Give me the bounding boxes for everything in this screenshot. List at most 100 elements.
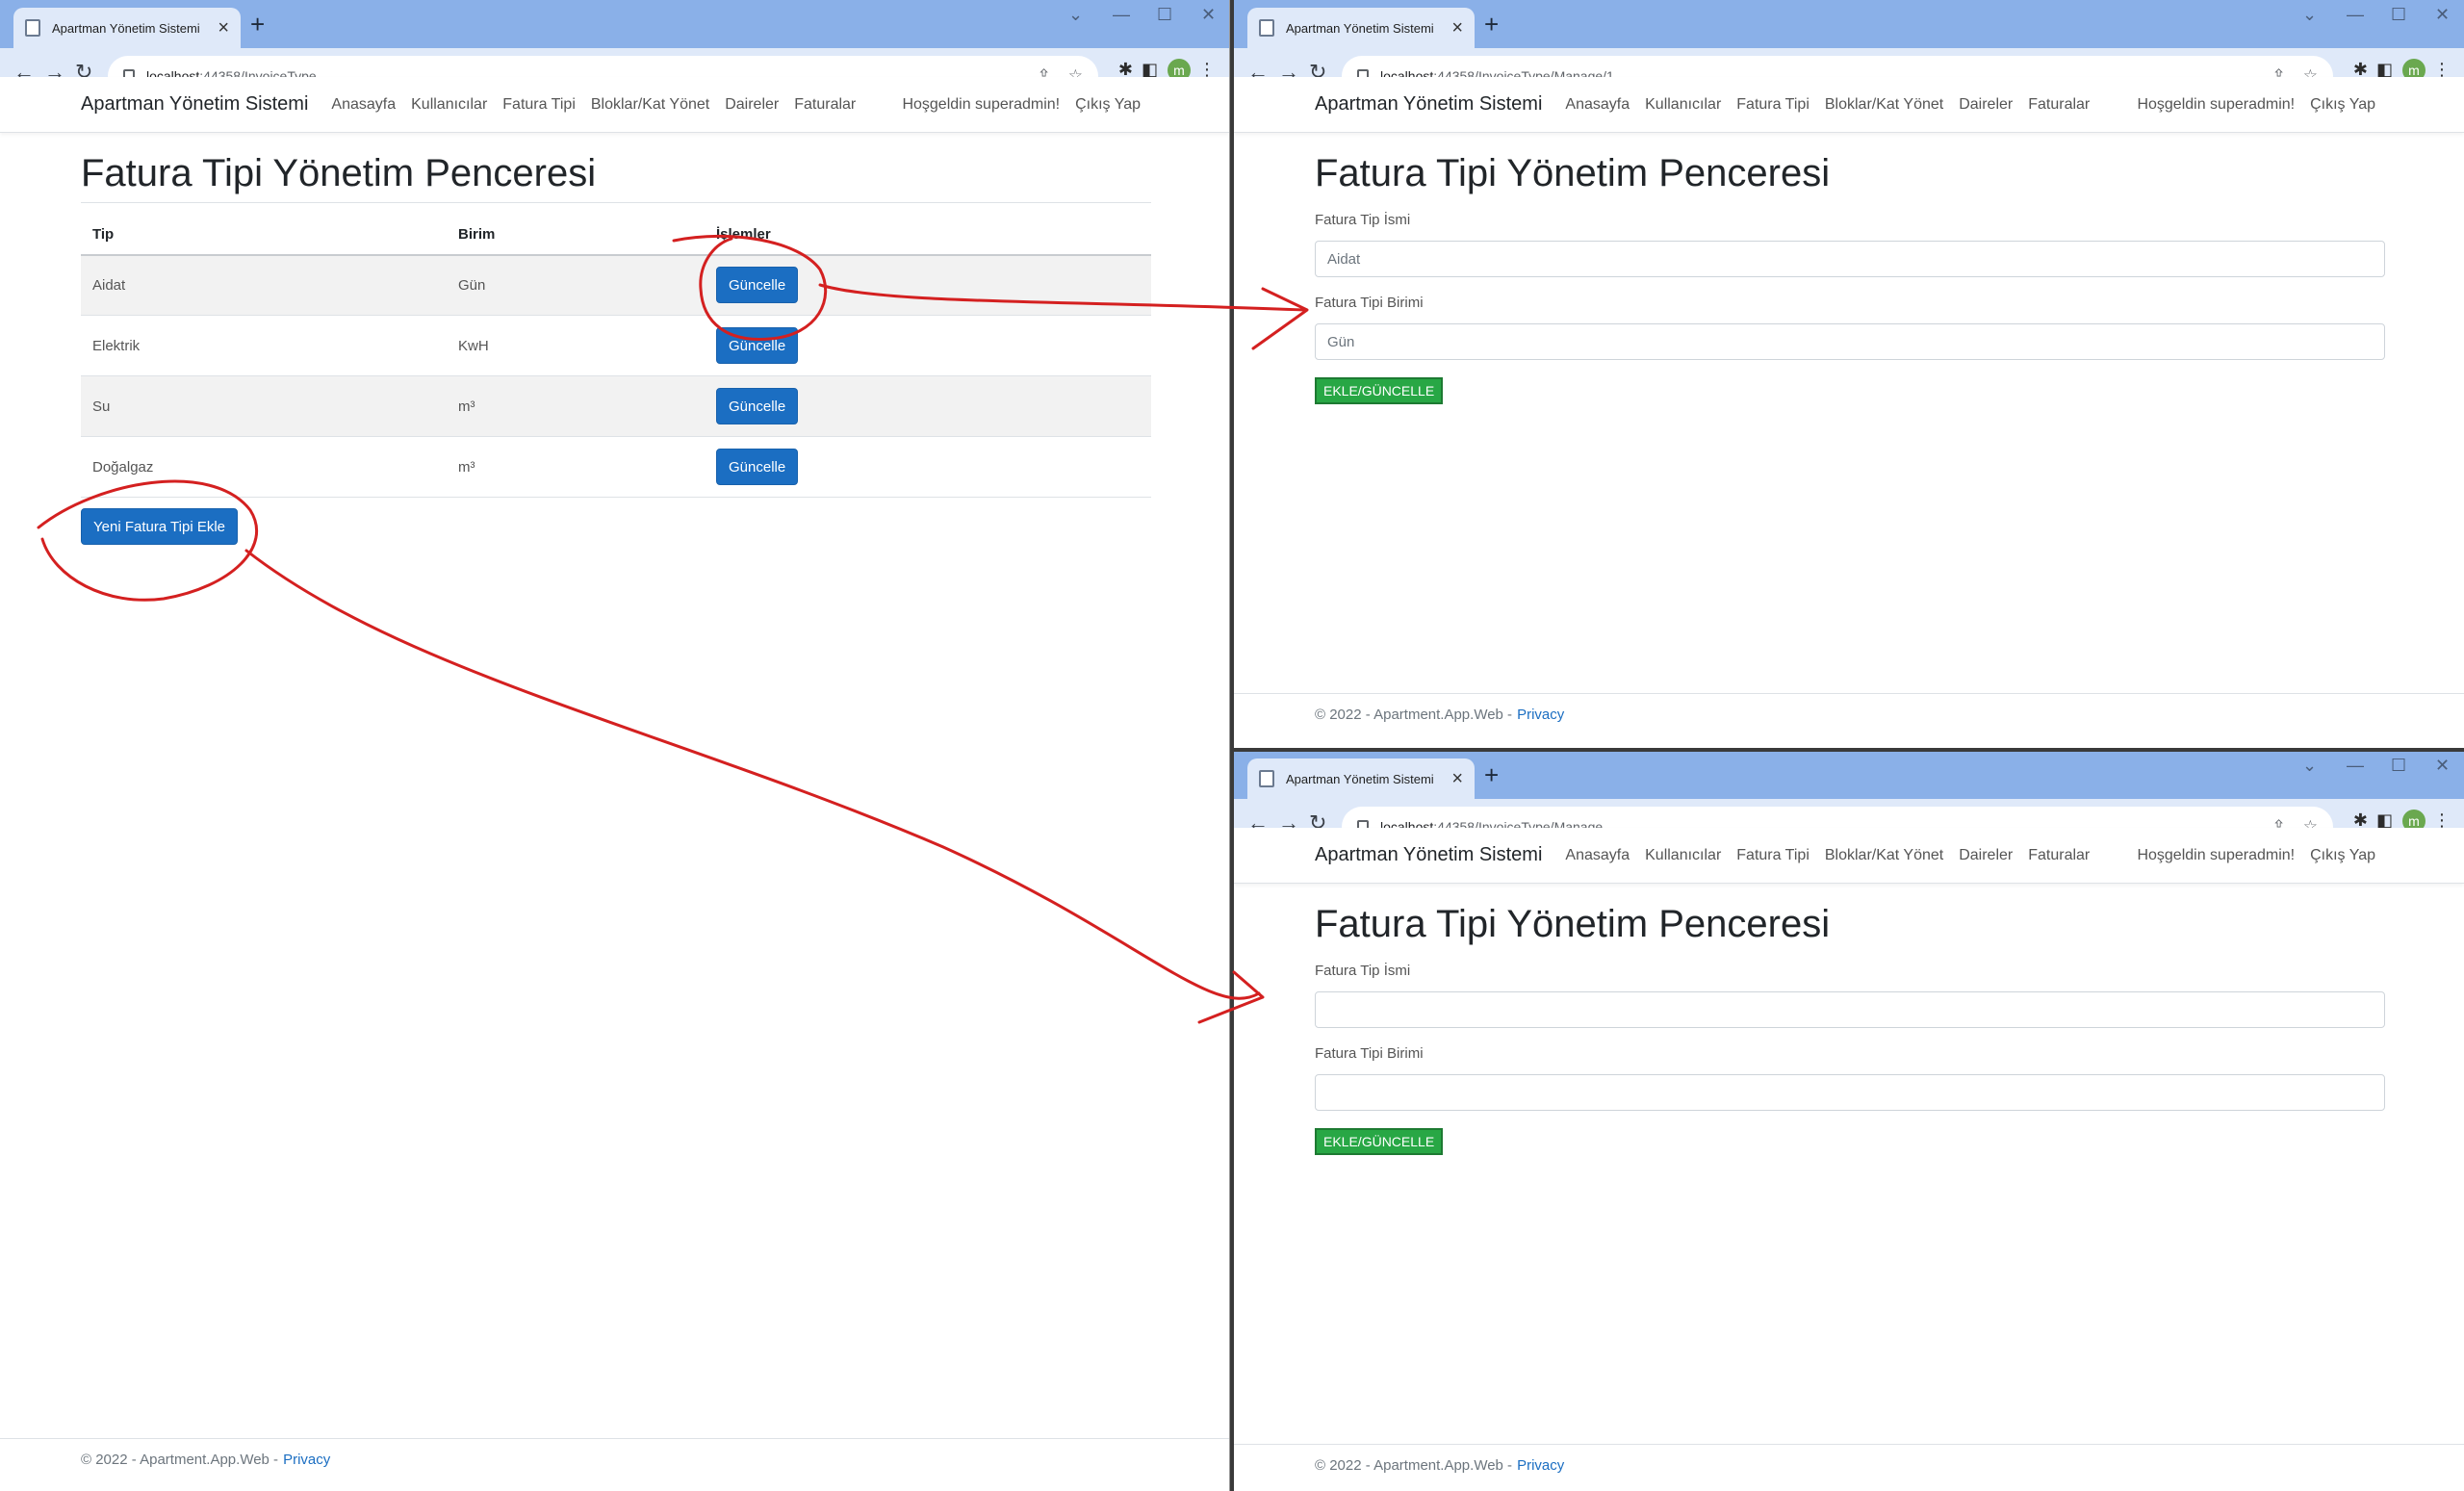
menu-icon[interactable]: ⋮ xyxy=(2433,61,2451,78)
cell-unit: m³ xyxy=(447,436,705,498)
nav-link-invoice-type[interactable]: Fatura Tipi xyxy=(1736,96,1810,114)
logout-link[interactable]: Çıkış Yap xyxy=(2310,847,2375,864)
nav-link-invoice-type[interactable]: Fatura Tipi xyxy=(502,96,576,114)
browser-window-new: Apartman Yönetim Sistemi × + ⌄ — ☐ ✕ ← →… xyxy=(1234,751,2464,1491)
site-brand[interactable]: Apartman Yönetim Sistemi xyxy=(81,93,308,116)
close-tab-icon[interactable]: × xyxy=(218,18,229,38)
greeting-link[interactable]: Hoşgeldin superadmin! xyxy=(2137,96,2295,114)
maximize-icon[interactable]: ☐ xyxy=(1157,6,1172,23)
window-divider xyxy=(1234,748,2464,752)
tab-strip: Apartman Yönetim Sistemi × + ⌄ — ☐ ✕ xyxy=(0,0,1229,48)
unit-input[interactable]: Gün xyxy=(1315,323,2385,360)
nav-link-apartments[interactable]: Daireler xyxy=(725,96,779,114)
page-title: Fatura Tipi Yönetim Penceresi xyxy=(1315,903,1831,945)
nav-link-invoices[interactable]: Faturalar xyxy=(794,96,856,114)
extensions-icon[interactable]: ✱ xyxy=(1118,61,1133,78)
submit-button[interactable]: EKLE/GÜNCELLE xyxy=(1315,1128,1444,1155)
unit-label: Fatura Tipi Birimi xyxy=(1315,295,1424,311)
cell-type: Aidat xyxy=(81,254,447,316)
tab-search-icon[interactable]: ⌄ xyxy=(2302,6,2317,23)
tab-search-icon[interactable]: ⌄ xyxy=(2302,757,2317,774)
cell-unit: KwH xyxy=(447,315,705,376)
tab-title: Apartman Yönetim Sistemi xyxy=(52,20,200,36)
update-button[interactable]: Güncelle xyxy=(716,327,799,364)
table-row: Doğalgaz m³ Güncelle xyxy=(81,436,1151,498)
window-divider xyxy=(1230,0,1234,1491)
page-content: Apartman Yönetim Sistemi Anasayfa Kullan… xyxy=(0,77,1229,1491)
update-button[interactable]: Güncelle xyxy=(716,449,799,485)
unit-input[interactable] xyxy=(1315,1074,2385,1111)
close-tab-icon[interactable]: × xyxy=(1451,769,1463,788)
cell-type: Elektrik xyxy=(81,315,447,376)
close-tab-icon[interactable]: × xyxy=(1451,18,1463,38)
table-row: Su m³ Güncelle xyxy=(81,375,1151,437)
nav-link-home[interactable]: Anasayfa xyxy=(1565,96,1630,114)
nav-link-home[interactable]: Anasayfa xyxy=(1565,847,1630,864)
submit-button[interactable]: EKLE/GÜNCELLE xyxy=(1315,377,1444,404)
site-brand[interactable]: Apartman Yönetim Sistemi xyxy=(1315,93,1542,116)
side-panel-icon[interactable]: ◧ xyxy=(1142,61,1158,78)
name-input[interactable] xyxy=(1315,991,2385,1028)
close-window-icon[interactable]: ✕ xyxy=(2435,6,2450,23)
privacy-link[interactable]: Privacy xyxy=(283,1452,330,1468)
extensions-icon[interactable]: ✱ xyxy=(2353,61,2368,78)
privacy-link[interactable]: Privacy xyxy=(1517,707,1564,723)
page-icon xyxy=(1259,770,1274,787)
update-button[interactable]: Güncelle xyxy=(716,388,799,424)
nav-link-blocks[interactable]: Bloklar/Kat Yönet xyxy=(591,96,709,114)
extensions-icon[interactable]: ✱ xyxy=(2353,811,2368,829)
browser-tab[interactable]: Apartman Yönetim Sistemi × xyxy=(13,8,241,48)
nav-link-home[interactable]: Anasayfa xyxy=(331,96,396,114)
nav-link-invoices[interactable]: Faturalar xyxy=(2028,96,2090,114)
menu-icon[interactable]: ⋮ xyxy=(2433,811,2451,829)
page-title: Fatura Tipi Yönetim Penceresi xyxy=(81,152,597,194)
logout-link[interactable]: Çıkış Yap xyxy=(1075,96,1141,114)
cell-unit: Gün xyxy=(447,254,705,316)
side-panel-icon[interactable]: ◧ xyxy=(2376,61,2393,78)
new-tab-icon[interactable]: + xyxy=(1484,762,1499,787)
new-tab-icon[interactable]: + xyxy=(250,12,265,37)
browser-tab[interactable]: Apartman Yönetim Sistemi × xyxy=(1247,8,1475,48)
site-navbar: Apartman Yönetim Sistemi Anasayfa Kullan… xyxy=(1234,828,2464,884)
nav-link-invoices[interactable]: Faturalar xyxy=(2028,847,2090,864)
column-header-type: Tip xyxy=(81,202,447,256)
nav-link-blocks[interactable]: Bloklar/Kat Yönet xyxy=(1825,847,1943,864)
tab-strip: Apartman Yönetim Sistemi × + ⌄ — ☐ ✕ xyxy=(1234,0,2464,48)
name-label: Fatura Tip İsmi xyxy=(1315,212,1411,228)
greeting-link[interactable]: Hoşgeldin superadmin! xyxy=(2137,847,2295,864)
new-tab-icon[interactable]: + xyxy=(1484,12,1499,37)
tab-search-icon[interactable]: ⌄ xyxy=(1068,6,1083,23)
minimize-icon[interactable]: — xyxy=(2347,6,2364,23)
nav-link-invoice-type[interactable]: Fatura Tipi xyxy=(1736,847,1810,864)
minimize-icon[interactable]: — xyxy=(1113,6,1130,23)
nav-link-users[interactable]: Kullanıcılar xyxy=(411,96,487,114)
site-footer: © 2022 - Apartment.App.Web - Privacy xyxy=(1234,693,2464,735)
add-invoice-type-button[interactable]: Yeni Fatura Tipi Ekle xyxy=(81,508,239,545)
footer-text: © 2022 - Apartment.App.Web - xyxy=(1315,1457,1513,1474)
nav-link-users[interactable]: Kullanıcılar xyxy=(1645,96,1721,114)
nav-link-users[interactable]: Kullanıcılar xyxy=(1645,847,1721,864)
minimize-icon[interactable]: — xyxy=(2347,757,2364,774)
nav-link-apartments[interactable]: Daireler xyxy=(1959,847,2013,864)
site-footer: © 2022 - Apartment.App.Web - Privacy xyxy=(0,1438,1229,1480)
maximize-icon[interactable]: ☐ xyxy=(2391,6,2406,23)
close-window-icon[interactable]: ✕ xyxy=(1201,6,1216,23)
nav-link-blocks[interactable]: Bloklar/Kat Yönet xyxy=(1825,96,1943,114)
browser-tab[interactable]: Apartman Yönetim Sistemi × xyxy=(1247,758,1475,799)
table-row: Aidat Gün Güncelle xyxy=(81,254,1151,316)
side-panel-icon[interactable]: ◧ xyxy=(2376,811,2393,829)
greeting-link[interactable]: Hoşgeldin superadmin! xyxy=(902,96,1060,114)
update-button[interactable]: Güncelle xyxy=(716,267,799,304)
tab-strip: Apartman Yönetim Sistemi × + ⌄ — ☐ ✕ xyxy=(1234,751,2464,799)
maximize-icon[interactable]: ☐ xyxy=(2391,757,2406,774)
nav-link-apartments[interactable]: Daireler xyxy=(1959,96,2013,114)
site-brand[interactable]: Apartman Yönetim Sistemi xyxy=(1315,844,1542,866)
site-navbar: Apartman Yönetim Sistemi Anasayfa Kullan… xyxy=(1234,77,2464,133)
page-content: Apartman Yönetim Sistemi Anasayfa Kullan… xyxy=(1234,828,2464,1491)
logout-link[interactable]: Çıkış Yap xyxy=(2310,96,2375,114)
menu-icon[interactable]: ⋮ xyxy=(1198,61,1216,78)
name-input[interactable]: Aidat xyxy=(1315,241,2385,277)
close-window-icon[interactable]: ✕ xyxy=(2435,757,2450,774)
browser-window-edit: Apartman Yönetim Sistemi × + ⌄ — ☐ ✕ ← →… xyxy=(1234,0,2464,749)
privacy-link[interactable]: Privacy xyxy=(1517,1457,1564,1474)
